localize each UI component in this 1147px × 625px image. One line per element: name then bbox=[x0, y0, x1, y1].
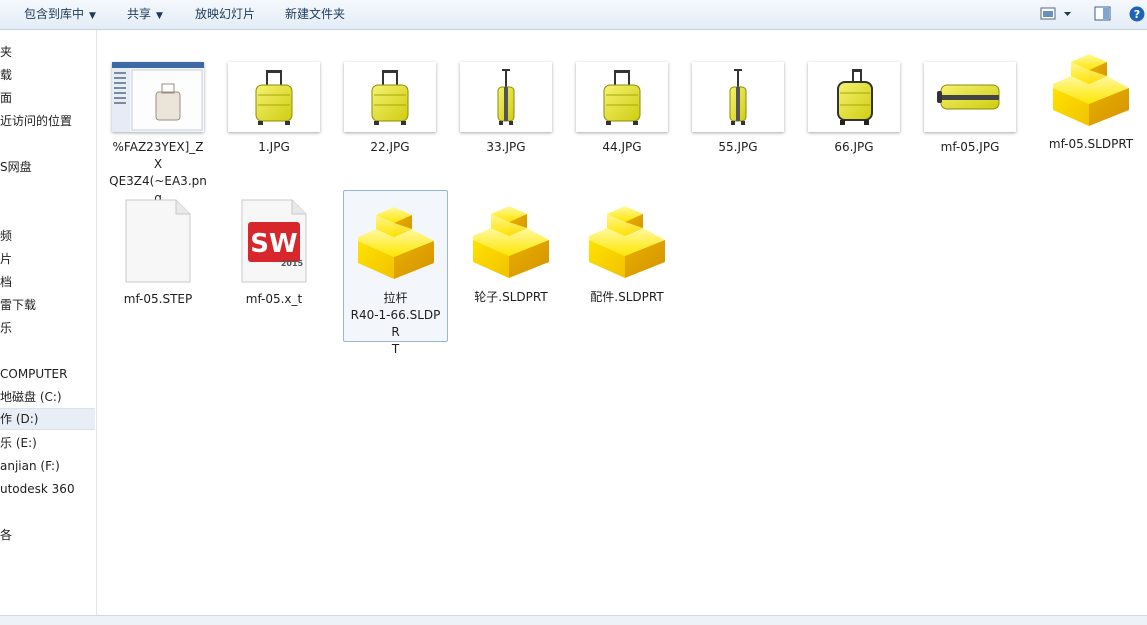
command-bar: 包含到库中 ▼ 共享 ▼ 放映幻灯片 新建文件夹 ? bbox=[0, 0, 1147, 30]
file-item-jpg[interactable]: 66.JPG bbox=[802, 62, 906, 156]
nav-item-videos[interactable]: 频 bbox=[0, 225, 12, 247]
file-item-sldprt-selected[interactable]: 拉杆 R40-1-66.SLDPR T bbox=[343, 190, 448, 356]
image-thumbnail bbox=[808, 62, 900, 132]
sldprt-icon bbox=[581, 200, 673, 284]
nav-item-favorites[interactable]: 夹 bbox=[0, 41, 12, 63]
image-thumbnail bbox=[576, 62, 668, 132]
suitcase-image bbox=[360, 67, 420, 127]
nav-item-downloads[interactable]: 载 bbox=[0, 64, 12, 86]
image-thumbnail bbox=[692, 62, 784, 132]
share-button[interactable]: 共享 ▼ bbox=[127, 0, 163, 29]
file-item-jpg[interactable]: mf-05.JPG bbox=[918, 62, 1022, 156]
nav-item-music[interactable]: 乐 bbox=[0, 317, 12, 339]
suitcase-image bbox=[935, 77, 1005, 117]
nav-item-drive-d[interactable]: 作 (D:) bbox=[0, 408, 95, 430]
file-name: 44.JPG bbox=[602, 140, 642, 154]
file-name: 55.JPG bbox=[718, 140, 758, 154]
file-list: %FAZ23YEX]_ZX QE3Z4(~EA3.pn g 1.JPG 22.J… bbox=[97, 30, 1147, 615]
help-icon: ? bbox=[1129, 6, 1145, 22]
nav-item-autodesk-360[interactable]: utodesk 360 bbox=[0, 478, 75, 500]
file-item-step[interactable]: mf-05.STEP bbox=[106, 197, 210, 308]
chevron-down-icon: ▼ bbox=[156, 11, 163, 21]
preview-pane-icon bbox=[1094, 6, 1111, 21]
file-name: mf-05.STEP bbox=[123, 292, 193, 306]
file-item-jpg[interactable]: 33.JPG bbox=[454, 62, 558, 156]
file-name: 22.JPG bbox=[370, 140, 410, 154]
preview-pane-button[interactable] bbox=[1094, 6, 1112, 25]
file-item-jpg[interactable]: 44.JPG bbox=[570, 62, 674, 156]
file-item-jpg[interactable]: 55.JPG bbox=[686, 62, 790, 156]
svg-text:?: ? bbox=[1134, 8, 1140, 21]
file-name: 33.JPG bbox=[486, 140, 526, 154]
nav-item-documents[interactable]: 档 bbox=[0, 271, 12, 293]
chevron-down-icon: ▼ bbox=[89, 11, 96, 21]
file-name: mf-05.SLDPRT bbox=[1048, 137, 1134, 151]
nav-item-network[interactable]: 各 bbox=[0, 524, 12, 546]
new-folder-label: 新建文件夹 bbox=[285, 7, 346, 21]
file-item-jpg[interactable]: 1.JPG bbox=[222, 62, 326, 156]
file-item-xt[interactable]: SW 2015 mf-05.x_t bbox=[222, 197, 326, 308]
image-thumbnail bbox=[460, 62, 552, 132]
help-button[interactable]: ? bbox=[1129, 6, 1145, 25]
file-name: 轮子.SLDPRT bbox=[474, 290, 548, 304]
file-item-sldprt[interactable]: 配件.SLDPRT bbox=[575, 200, 679, 306]
nav-item-desktop[interactable]: 面 bbox=[0, 87, 12, 109]
nav-item-cloud-drive[interactable]: S网盘 bbox=[0, 156, 32, 178]
sldprt-icon bbox=[1045, 48, 1137, 132]
file-name: 1.JPG bbox=[258, 140, 290, 154]
file-item-jpg[interactable]: 22.JPG bbox=[338, 62, 442, 156]
file-item-sldprt[interactable]: 轮子.SLDPRT bbox=[459, 200, 563, 306]
sw-badge-letters: SW bbox=[250, 229, 297, 259]
suitcase-image bbox=[592, 67, 652, 127]
solidworks-doc-icon: SW 2015 bbox=[228, 197, 320, 285]
include-in-library-button[interactable]: 包含到库中 ▼ bbox=[24, 0, 96, 29]
file-name: 66.JPG bbox=[834, 140, 874, 154]
image-thumbnail bbox=[228, 62, 320, 132]
screenshot-thumbnail bbox=[112, 62, 204, 132]
nav-item-computer[interactable]: COMPUTER bbox=[0, 363, 67, 385]
file-name: mf-05.JPG bbox=[940, 140, 1000, 154]
screenshot-image bbox=[112, 62, 204, 132]
suitcase-image bbox=[708, 67, 768, 127]
sldprt-icon bbox=[465, 200, 557, 284]
document-icon bbox=[112, 197, 204, 285]
view-icon bbox=[1040, 7, 1071, 20]
nav-item-pictures[interactable]: 片 bbox=[0, 248, 12, 270]
file-name: 配件.SLDPRT bbox=[590, 290, 664, 304]
new-folder-button[interactable]: 新建文件夹 bbox=[285, 0, 345, 29]
slideshow-button[interactable]: 放映幻灯片 bbox=[195, 0, 255, 29]
suitcase-image bbox=[476, 67, 536, 127]
image-thumbnail bbox=[344, 62, 436, 132]
nav-item-drive-f[interactable]: anjian (F:) bbox=[0, 455, 60, 477]
file-item-sldprt[interactable]: mf-05.SLDPRT bbox=[1039, 48, 1143, 153]
change-view-button[interactable] bbox=[1040, 6, 1074, 25]
suitcase-image bbox=[824, 67, 884, 127]
nav-item-drive-c[interactable]: 地磁盘 (C:) bbox=[0, 386, 62, 408]
suitcase-image bbox=[244, 67, 304, 127]
nav-item-drive-e[interactable]: 乐 (E:) bbox=[0, 432, 37, 454]
file-item-png[interactable]: %FAZ23YEX]_ZX QE3Z4(~EA3.pn g bbox=[106, 62, 210, 207]
sw-badge-year: 2015 bbox=[281, 259, 304, 268]
file-name: 拉杆 R40-1-66.SLDPR T bbox=[350, 291, 441, 356]
nav-item-recent-places[interactable]: 近访问的位置 bbox=[0, 110, 72, 132]
slideshow-label: 放映幻灯片 bbox=[195, 7, 256, 21]
sldprt-icon bbox=[350, 201, 442, 285]
nav-item-thunder-downloads[interactable]: 雷下载 bbox=[0, 294, 36, 316]
navigation-pane: 夹 载 面 近访问的位置 S网盘 频 片 档 雷下载 乐 COMPUTER 地磁… bbox=[0, 30, 97, 615]
file-name: mf-05.x_t bbox=[245, 292, 303, 306]
image-thumbnail bbox=[924, 62, 1016, 132]
share-label: 共享 bbox=[127, 7, 152, 21]
include-in-library-label: 包含到库中 bbox=[24, 7, 85, 21]
